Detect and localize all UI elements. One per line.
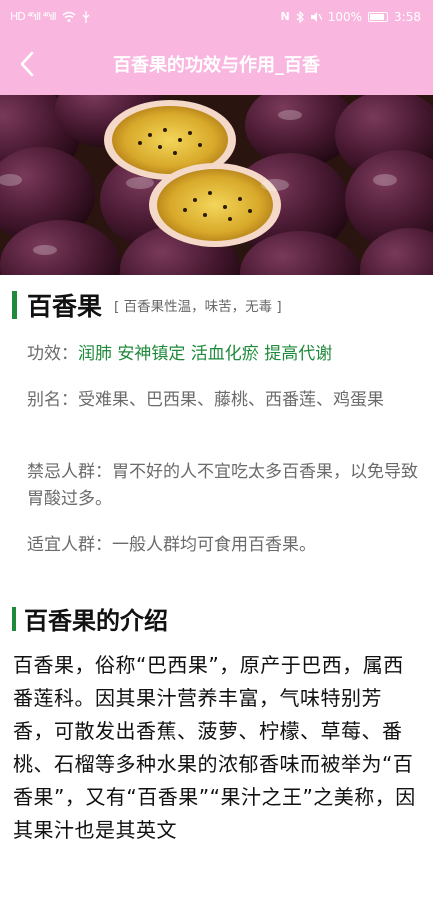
wifi-icon <box>62 11 76 22</box>
passion-fruit-image <box>0 95 433 275</box>
mute-icon <box>310 11 322 22</box>
avoid-label: 禁忌人群： <box>27 462 112 482</box>
intro-text: 百香果，俗称“巴西果”，原产于巴西，属西番莲科。因其果汁营养丰富，气味特别芳香，… <box>13 653 416 842</box>
status-left: HD ⁴⁶ıll ⁴⁶ıll <box>10 10 90 23</box>
battery-icon <box>368 11 389 22</box>
suitable-label: 适宜人群： <box>27 535 112 555</box>
intro-title: 百香果的介绍 <box>24 607 168 635</box>
fruit-properties: [ 百香果性温，味苦，无毒 ] <box>114 299 282 315</box>
effects-value: 润肺 安神镇定 活血化瘀 提高代谢 <box>78 344 333 364</box>
bluetooth-icon <box>296 10 304 23</box>
page-title: 百香果的功效与作用_百香 <box>113 55 320 76</box>
effects-row: 功效：润肺 安神镇定 活血化瘀 提高代谢 <box>27 341 419 368</box>
alias-value: 受难果、巴西果、藤桃、西番莲、鸡蛋果 <box>78 390 384 410</box>
battery-percent: 100% <box>327 9 363 24</box>
back-button[interactable] <box>10 47 44 81</box>
section-accent-bar <box>12 606 16 631</box>
clock: 3:58 <box>394 9 421 24</box>
nfc-icon: N <box>280 10 290 23</box>
alias-row: 别名：受难果、巴西果、藤桃、西番莲、鸡蛋果 <box>27 387 419 414</box>
suitable-row: 适宜人群：一般人群均可食用百香果。 <box>27 532 419 559</box>
usb-icon <box>82 10 90 23</box>
fruit-name: 百香果 <box>27 292 103 321</box>
app-bar: 百香果的功效与作用_百香 <box>0 33 433 95</box>
intro-header: 百香果的介绍 <box>12 601 168 636</box>
avoid-row: 禁忌人群：胃不好的人不宜吃太多百香果，以免导致胃酸过多。 <box>27 459 419 513</box>
passion-fruit-illustration <box>0 95 433 275</box>
chevron-left-icon <box>20 51 34 77</box>
network-signal-icon: HD ⁴⁶ıll ⁴⁶ıll <box>10 10 57 23</box>
suitable-value: 一般人群均可食用百香果。 <box>112 535 316 555</box>
status-bar: HD ⁴⁶ıll ⁴⁶ıll N 100% 3:58 <box>0 0 433 33</box>
alias-label: 别名： <box>27 390 78 410</box>
title-accent-bar <box>12 291 17 319</box>
status-right: N 100% 3:58 <box>281 10 421 24</box>
fruit-header: 百香果 [ 百香果性温，味苦，无毒 ] <box>12 287 282 323</box>
effects-label: 功效： <box>27 344 78 364</box>
